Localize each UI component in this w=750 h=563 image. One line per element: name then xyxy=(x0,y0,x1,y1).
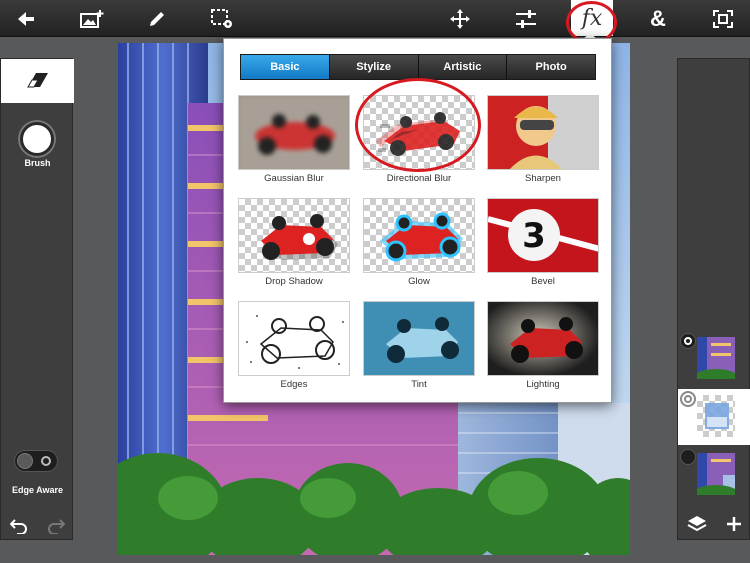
add-image-icon[interactable] xyxy=(72,0,112,37)
toggle-indicator xyxy=(41,456,51,466)
layer-thumbnail xyxy=(697,337,735,379)
redo-icon[interactable] xyxy=(47,518,65,534)
effect-drop-shadow[interactable]: Drop Shadow xyxy=(238,198,350,287)
plus-icon[interactable] xyxy=(726,516,742,532)
edges-thumbnail xyxy=(238,301,350,376)
undo-icon[interactable] xyxy=(10,518,28,534)
effect-sharpen[interactable]: Sharpen xyxy=(487,95,599,184)
effect-edges[interactable]: Edges xyxy=(238,301,350,390)
eraser-tool-tab[interactable] xyxy=(1,59,74,103)
pencil-icon[interactable] xyxy=(137,0,177,37)
edge-aware-label: Edge Aware xyxy=(11,485,64,495)
sharpen-thumbnail xyxy=(487,95,599,170)
back-arrow-icon[interactable] xyxy=(6,0,46,37)
adjustments-icon[interactable] xyxy=(506,0,546,37)
svg-text:3: 3 xyxy=(522,216,546,256)
directional-blur-thumbnail xyxy=(363,95,475,170)
effect-lighting[interactable]: Lighting xyxy=(487,301,599,390)
effect-tint[interactable]: Tint xyxy=(363,301,475,390)
left-tool-panel: Brush Edge Aware xyxy=(0,58,74,541)
layer-item-selected[interactable] xyxy=(678,389,750,445)
edge-aware-toggle[interactable] xyxy=(14,450,58,472)
effect-label: Gaussian Blur xyxy=(264,173,324,184)
layer-visibility-radio[interactable] xyxy=(680,333,696,349)
top-toolbar: fx & xyxy=(0,0,750,37)
effect-gaussian-blur[interactable]: Gaussian Blur xyxy=(238,95,350,184)
ampersand-icon[interactable]: & xyxy=(638,0,678,37)
brush-size-button[interactable] xyxy=(20,122,54,156)
tab-photo[interactable]: Photo xyxy=(507,55,595,79)
layer-visibility-radio[interactable] xyxy=(680,391,696,407)
effects-popover: Basic Stylize Artistic Photo Gaussian Bl… xyxy=(223,38,612,403)
effect-label: Tint xyxy=(411,379,427,390)
move-icon[interactable] xyxy=(440,0,480,37)
fx-icon[interactable]: fx xyxy=(571,0,613,36)
layer-item[interactable] xyxy=(678,331,750,387)
fit-screen-icon[interactable] xyxy=(703,0,743,37)
effect-label: Directional Blur xyxy=(386,173,452,184)
selection-settings-icon[interactable] xyxy=(202,0,242,37)
undo-redo-row xyxy=(1,511,74,541)
toggle-knob xyxy=(17,453,33,469)
bevel-thumbnail: 3 xyxy=(487,198,599,273)
effect-label: Drop Shadow xyxy=(265,276,323,287)
eraser-icon xyxy=(26,73,48,88)
drop-shadow-thumbnail xyxy=(238,198,350,273)
tab-artistic[interactable]: Artistic xyxy=(418,55,508,79)
tab-stylize[interactable]: Stylize xyxy=(329,55,419,79)
layers-panel xyxy=(677,58,750,540)
tab-basic[interactable]: Basic xyxy=(241,55,330,79)
effect-label: Bevel xyxy=(531,276,555,287)
layer-thumbnail xyxy=(697,453,735,495)
effect-label: Edges xyxy=(280,379,308,390)
lighting-thumbnail xyxy=(487,301,599,376)
tint-thumbnail xyxy=(363,301,475,376)
effects-tabs: Basic Stylize Artistic Photo xyxy=(240,54,596,80)
layers-icon[interactable] xyxy=(687,515,707,533)
gaussian-blur-thumbnail xyxy=(238,95,350,170)
layers-toolbar xyxy=(678,509,750,539)
effect-bevel[interactable]: 3 Bevel xyxy=(487,198,599,287)
layer-thumbnail xyxy=(697,395,735,437)
effect-label: Sharpen xyxy=(525,173,561,184)
effect-label: Lighting xyxy=(526,379,560,390)
brush-label: Brush xyxy=(24,158,51,168)
layer-item[interactable] xyxy=(678,447,750,503)
glow-thumbnail xyxy=(363,198,475,273)
effect-glow[interactable]: Glow xyxy=(363,198,475,287)
effect-directional-blur[interactable]: Directional Blur xyxy=(363,95,475,184)
layer-visibility-radio[interactable] xyxy=(680,449,696,465)
effect-label: Glow xyxy=(408,276,430,287)
